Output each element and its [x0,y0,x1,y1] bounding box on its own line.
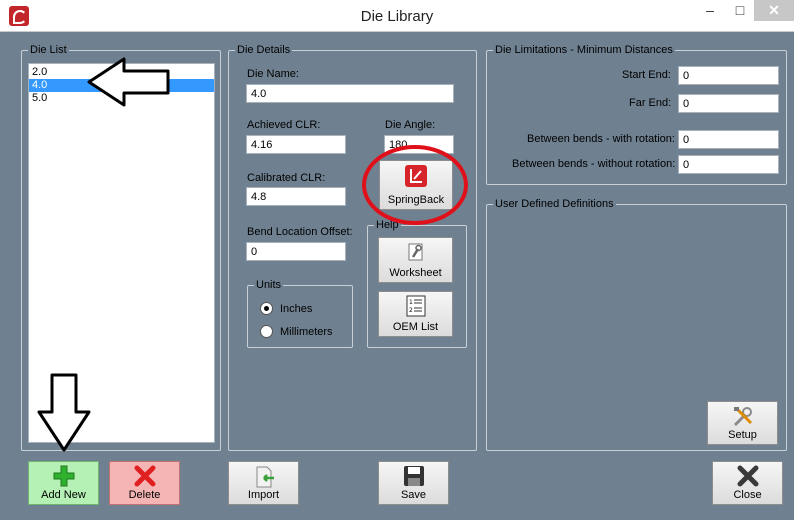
inches-radio[interactable] [260,302,273,315]
bend-location-offset-field[interactable] [246,242,346,261]
achieved-clr-field[interactable] [246,135,346,154]
worksheet-button[interactable]: Worksheet [378,237,453,283]
import-button[interactable]: Import [228,461,299,505]
far-end-field[interactable] [678,94,779,113]
red-x-icon [134,465,156,487]
without-rotation-label: Between bends - without rotation: [512,158,676,170]
numbered-list-icon: 12 [406,295,426,317]
delete-label: Delete [128,489,161,501]
die-name-label: Die Name: [247,68,299,80]
millimeters-radio[interactable] [260,325,273,338]
oem-list-label: OEM List [392,321,439,333]
close-window-button[interactable]: ✕ [754,0,794,21]
calibrated-clr-label: Calibrated CLR: [247,172,326,184]
import-label: Import [247,489,280,501]
add-new-button[interactable]: Add New [28,461,99,505]
start-end-label: Start End: [622,69,671,81]
die-angle-label: Die Angle: [385,119,436,131]
die-limitations-title: Die Limitations - Minimum Distances [493,43,675,57]
without-rotation-field[interactable] [678,155,779,174]
millimeters-label: Millimeters [280,326,333,338]
worksheet-wrench-icon [406,242,426,262]
units-title: Units [254,278,284,292]
tools-icon [731,405,755,429]
die-list-title: Die List [28,43,69,57]
setup-label: Setup [728,429,757,441]
calibrated-clr-field[interactable] [246,187,346,206]
left-arrow-annotation [87,57,170,107]
inches-label: Inches [280,303,313,315]
achieved-clr-label: Achieved CLR: [247,119,321,131]
setup-button[interactable]: Setup [707,401,778,445]
close-button[interactable]: Close [712,461,783,505]
delete-button[interactable]: Delete [109,461,180,505]
die-details-title: Die Details [235,43,293,57]
minimize-button[interactable]: – [696,0,724,21]
red-circle-annotation [362,145,468,225]
down-arrow-annotation [37,373,91,452]
with-rotation-field[interactable] [678,130,779,149]
oem-list-button[interactable]: 12 OEM List [378,291,453,337]
add-new-label: Add New [41,489,86,501]
svg-text:2: 2 [409,307,413,314]
far-end-label: Far End: [629,97,672,109]
maximize-button[interactable]: □ [726,0,754,21]
close-x-icon [737,465,759,487]
worksheet-label: Worksheet [389,267,442,279]
floppy-disk-icon [403,465,425,487]
svg-text:1: 1 [409,299,413,306]
title-bar: Die Library – □ ✕ [0,0,794,32]
window-title: Die Library [360,8,434,25]
close-label: Close [733,489,762,501]
save-label: Save [400,489,427,501]
start-end-field[interactable] [678,66,779,85]
die-name-field[interactable] [246,84,454,103]
import-icon [252,465,276,489]
bend-location-offset-label: Bend Location Offset: [247,226,353,238]
user-defined-title: User Defined Definitions [493,197,616,211]
plus-icon [53,465,75,487]
save-button[interactable]: Save [378,461,449,505]
with-rotation-label: Between bends - with rotation: [527,133,675,145]
units-group: Units [247,278,353,348]
